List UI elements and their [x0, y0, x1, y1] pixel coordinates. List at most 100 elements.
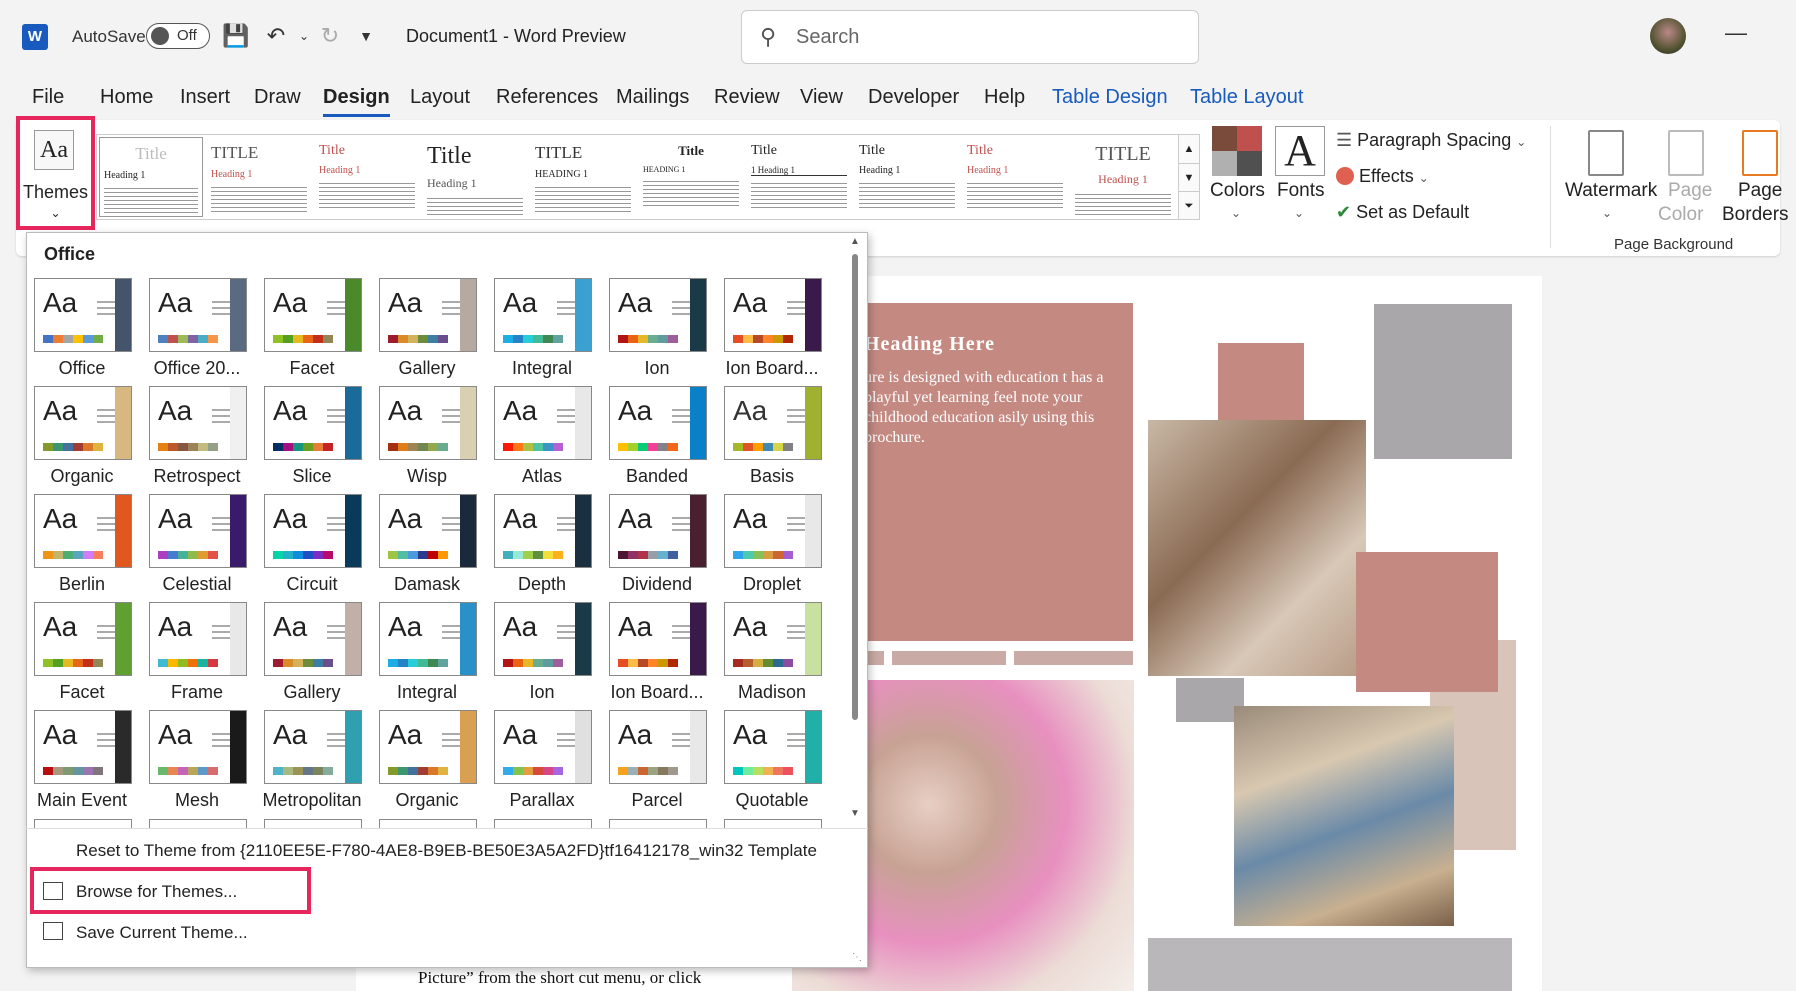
chevron-down-icon[interactable]: ▼: [850, 808, 860, 819]
gallery-scroll[interactable]: ▲ ▼ ⏷: [1178, 134, 1200, 220]
style-set-item[interactable]: TITLE Heading 1: [207, 137, 311, 217]
theme-item[interactable]: Aa Gallery: [371, 278, 483, 384]
reset-theme-item[interactable]: Reset to Theme from {2110EE5E-F780-4AE8-…: [76, 841, 817, 861]
style-set-item[interactable]: Title Heading 1: [855, 137, 959, 217]
minimize-button[interactable]: —: [1725, 20, 1747, 46]
theme-item[interactable]: Aa Ion Board...: [601, 602, 713, 708]
theme-item[interactable]: Aa Berlin: [26, 494, 138, 600]
page-borders-label-2[interactable]: Borders: [1722, 204, 1789, 226]
theme-item[interactable]: Aa Ion: [601, 278, 713, 384]
resize-grip-icon[interactable]: ⋱: [852, 952, 862, 963]
theme-item[interactable]: Aa Celestial: [141, 494, 253, 600]
themes-button[interactable]: Aa Themes ⌄: [16, 116, 95, 230]
tab-references[interactable]: References: [496, 86, 598, 109]
chevron-down-icon[interactable]: ▼: [1179, 163, 1199, 191]
chevron-up-icon[interactable]: ▲: [1179, 135, 1199, 163]
tab-view[interactable]: View: [800, 86, 843, 109]
theme-color-swatches: [733, 659, 793, 667]
paragraph-spacing-button[interactable]: ☰ Paragraph Spacing ⌄: [1336, 130, 1526, 151]
theme-item[interactable]: Aa Parcel: [601, 710, 713, 816]
fonts-icon[interactable]: A: [1275, 126, 1325, 176]
undo-dropdown-icon[interactable]: ⌄: [290, 22, 318, 50]
theme-item[interactable]: Aa Ion: [486, 602, 598, 708]
tab-design[interactable]: Design: [323, 86, 390, 117]
theme-item[interactable]: Aa Banded: [601, 386, 713, 492]
style-set-item[interactable]: Title Heading 1: [315, 137, 419, 217]
autosave-toggle[interactable]: Off: [146, 23, 210, 49]
theme-item[interactable]: Aa Droplet: [716, 494, 828, 600]
style-set-item[interactable]: TITLE HEADING 1: [531, 137, 635, 217]
colors-icon[interactable]: [1212, 126, 1262, 176]
style-set-item[interactable]: Title Heading 1: [99, 137, 203, 217]
theme-item[interactable]: Aa Frame: [141, 602, 253, 708]
tab-developer[interactable]: Developer: [868, 86, 959, 109]
children-drawing-photo[interactable]: [1234, 706, 1454, 926]
watermark-icon[interactable]: [1588, 130, 1624, 176]
theme-item[interactable]: Aa Slice: [256, 386, 368, 492]
fonts-label[interactable]: Fonts: [1277, 180, 1325, 202]
effects-button[interactable]: Effects ⌄: [1336, 166, 1429, 187]
theme-item[interactable]: Aa Dividend: [601, 494, 713, 600]
theme-item[interactable]: Aa Retrospect: [141, 386, 253, 492]
theme-item[interactable]: Aa Wisp: [371, 386, 483, 492]
scroll-thumb[interactable]: [852, 254, 858, 720]
browse-themes-item[interactable]: Browse for Themes...: [76, 882, 237, 902]
theme-item[interactable]: Aa Gallery: [256, 602, 368, 708]
search-box[interactable]: ⚲ Search: [741, 10, 1199, 64]
dropdown-scrollbar[interactable]: ▲ ▼: [848, 236, 862, 820]
theme-item[interactable]: Aa Atlas: [486, 386, 598, 492]
tab-layout[interactable]: Layout: [410, 86, 470, 109]
theme-item[interactable]: Aa Facet: [26, 602, 138, 708]
page-borders-label[interactable]: Page: [1738, 180, 1782, 202]
user-avatar[interactable]: [1650, 18, 1686, 54]
style-set-item[interactable]: Title 1 Heading 1: [747, 137, 851, 217]
theme-item[interactable]: Aa Damask: [371, 494, 483, 600]
set-as-default-button[interactable]: ✔ Set as Default: [1336, 202, 1469, 223]
tab-home[interactable]: Home: [100, 86, 153, 109]
theme-item[interactable]: Aa Parallax: [486, 710, 598, 816]
theme-item[interactable]: Aa Organic: [26, 386, 138, 492]
style-set-item[interactable]: Title Heading 1: [963, 137, 1067, 217]
brochure-text[interactable]: Heading Here ure is designed with educat…: [864, 334, 1114, 448]
style-set-item[interactable]: Title Heading 1: [423, 137, 527, 217]
tab-table-layout[interactable]: Table Layout: [1190, 86, 1303, 109]
redo-icon[interactable]: ↻: [316, 22, 344, 50]
word-app-icon[interactable]: W: [22, 24, 48, 50]
theme-item[interactable]: Aa Metropolitan: [256, 710, 368, 816]
children-chalk-photo[interactable]: [1148, 420, 1366, 676]
theme-item[interactable]: Aa Circuit: [256, 494, 368, 600]
style-set-item[interactable]: Title HEADING 1: [639, 137, 743, 217]
theme-item[interactable]: Aa Mesh: [141, 710, 253, 816]
theme-item[interactable]: Aa Main Event: [26, 710, 138, 816]
chevron-up-icon[interactable]: ▲: [850, 236, 860, 247]
tab-table-design[interactable]: Table Design: [1052, 86, 1168, 109]
theme-item[interactable]: Aa Office 20...: [141, 278, 253, 384]
theme-item[interactable]: Aa Office: [26, 278, 138, 384]
theme-item[interactable]: Aa Depth: [486, 494, 598, 600]
tab-help[interactable]: Help: [984, 86, 1025, 109]
undo-icon[interactable]: ↶: [262, 22, 290, 50]
save-current-theme-item[interactable]: Save Current Theme...: [76, 923, 248, 943]
watermark-label[interactable]: Watermark: [1565, 180, 1657, 202]
theme-item[interactable]: Aa Madison: [716, 602, 828, 708]
theme-item[interactable]: Aa Basis: [716, 386, 828, 492]
customize-qat-icon[interactable]: ▼: [352, 22, 380, 50]
tab-draw[interactable]: Draw: [254, 86, 301, 109]
theme-item[interactable]: Aa Integral: [371, 602, 483, 708]
tab-mailings[interactable]: Mailings: [616, 86, 689, 109]
tab-review[interactable]: Review: [714, 86, 780, 109]
theme-color-swatches: [388, 659, 448, 667]
document-body-text[interactable]: Picture” from the short cut menu, or cli…: [418, 968, 701, 988]
theme-item[interactable]: Aa Integral: [486, 278, 598, 384]
colors-label[interactable]: Colors: [1210, 180, 1265, 202]
tab-file[interactable]: File: [32, 86, 64, 109]
tab-insert[interactable]: Insert: [180, 86, 230, 109]
style-set-item[interactable]: TITLE Heading 1: [1071, 137, 1175, 217]
theme-item[interactable]: Aa Ion Board...: [716, 278, 828, 384]
page-borders-icon[interactable]: [1742, 130, 1778, 176]
gallery-expand-icon[interactable]: ⏷: [1179, 191, 1199, 219]
theme-item[interactable]: Aa Quotable: [716, 710, 828, 816]
theme-item[interactable]: Aa Organic: [371, 710, 483, 816]
save-icon[interactable]: 💾: [222, 22, 250, 50]
theme-item[interactable]: Aa Facet: [256, 278, 368, 384]
